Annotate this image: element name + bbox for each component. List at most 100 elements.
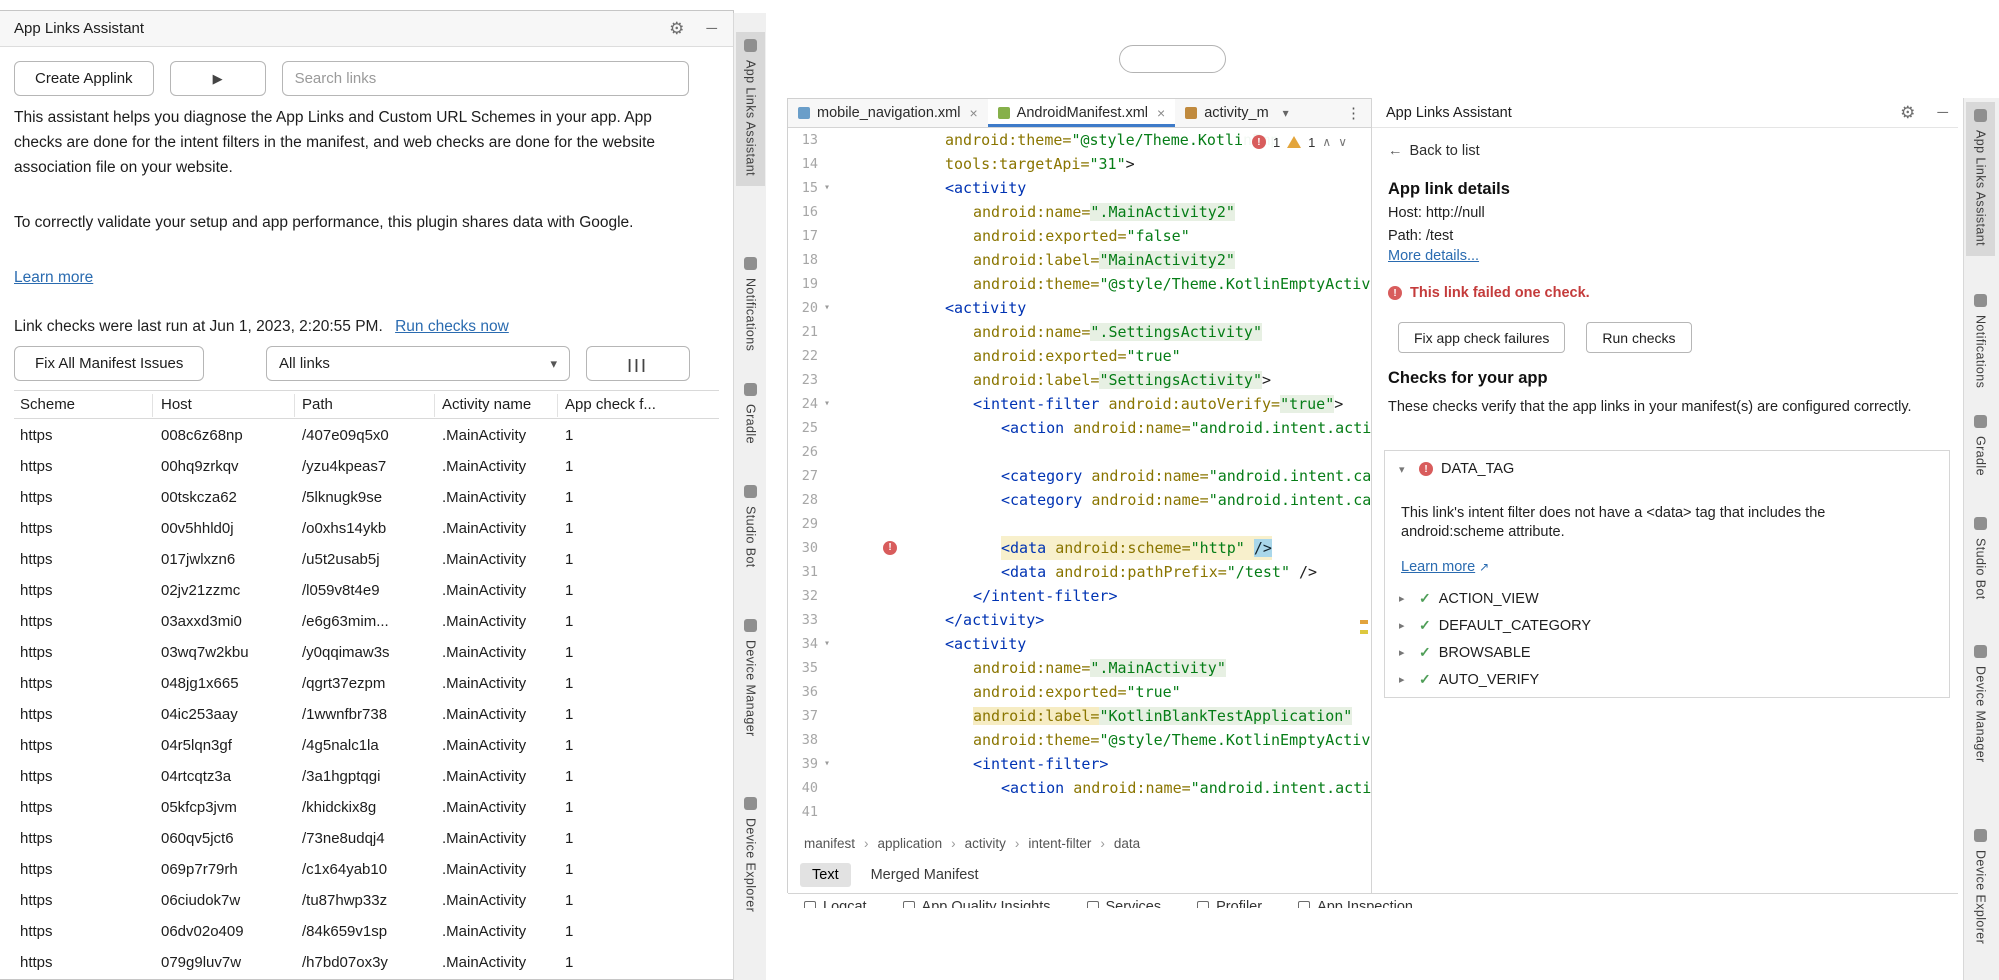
- table-row[interactable]: https04r5lqn3gf/4g5nalc1la.MainActivity1: [14, 730, 719, 761]
- code-line[interactable]: 39▾<intent-filter>: [788, 752, 1371, 776]
- code-line[interactable]: 21android:name=".SettingsActivity": [788, 320, 1371, 344]
- table-row[interactable]: https079g9luv7w/h7bd07ox3y.MainActivity1: [14, 947, 719, 978]
- table-row[interactable]: https069p7r79rh/c1x64yab10.MainActivity1: [14, 854, 719, 885]
- code-line[interactable]: 33</activity>: [788, 608, 1371, 632]
- code-line[interactable]: 41: [788, 800, 1371, 824]
- fold-icon[interactable]: ▾: [824, 392, 830, 416]
- column-header-scheme[interactable]: Scheme: [20, 396, 75, 413]
- tool-tab-studio-bot[interactable]: Studio Bot: [736, 478, 765, 578]
- column-header-host[interactable]: Host: [161, 396, 192, 413]
- column-header-path[interactable]: Path: [302, 396, 333, 413]
- column-settings-button[interactable]: |||: [586, 346, 690, 381]
- table-row[interactable]: https008c6z68np/407e09q5x0.MainActivity1: [14, 420, 719, 451]
- code-line[interactable]: 40<action android:name="android.intent.a…: [788, 776, 1371, 800]
- fold-icon[interactable]: ▾: [824, 632, 830, 656]
- create-applink-button[interactable]: Create Applink: [14, 61, 154, 96]
- tool-tab-device-manager[interactable]: Device Manager: [1966, 638, 1995, 773]
- breadcrumb-item-intent-filter[interactable]: intent-filter: [1028, 836, 1091, 851]
- code-line[interactable]: 30!<data android:scheme="http" />: [788, 536, 1371, 560]
- tool-window-button-logcat[interactable]: Logcat: [804, 899, 867, 908]
- code-line[interactable]: 36android:exported="true": [788, 680, 1371, 704]
- breadcrumb-item-application[interactable]: application: [878, 836, 943, 851]
- check-item-browsable[interactable]: ▸✓BROWSABLE: [1399, 639, 1591, 666]
- run-checks-now-link[interactable]: Run checks now: [395, 318, 509, 335]
- table-row[interactable]: https00v5hhld0j/o0xhs14ykb.MainActivity1: [14, 513, 719, 544]
- warning-count-icon[interactable]: [1287, 136, 1301, 148]
- table-row[interactable]: https06ciudok7w/tu87hwp33z.MainActivity1: [14, 885, 719, 916]
- code-line[interactable]: 19android:theme="@style/Theme.KotlinEmpt…: [788, 272, 1371, 296]
- code-line[interactable]: 22android:exported="true": [788, 344, 1371, 368]
- tool-window-button-services[interactable]: Services: [1087, 899, 1162, 908]
- hidden-tabs-chevron-icon[interactable]: ▾: [1283, 106, 1289, 120]
- breadcrumb-item-data[interactable]: data: [1114, 836, 1140, 851]
- next-issue-icon[interactable]: ∨: [1338, 135, 1347, 149]
- check-item-auto_verify[interactable]: ▸✓AUTO_VERIFY: [1399, 666, 1591, 693]
- code-line[interactable]: 32</intent-filter>: [788, 584, 1371, 608]
- learn-more-link[interactable]: Learn more: [14, 269, 93, 287]
- code-line[interactable]: 37android:label="KotlinBlankTestApplicat…: [788, 704, 1371, 728]
- code-line[interactable]: 27<category android:name="android.intent…: [788, 464, 1371, 488]
- code-line[interactable]: 28<category android:name="android.intent…: [788, 488, 1371, 512]
- tool-tab-studio-bot[interactable]: Studio Bot: [1966, 510, 1995, 610]
- column-header-app-check-f-[interactable]: App check f...: [565, 396, 656, 413]
- table-row[interactable]: https05kfcp3jvm/khidckix8g.MainActivity1: [14, 792, 719, 823]
- fold-icon[interactable]: ▾: [824, 752, 830, 776]
- tool-tab-gradle[interactable]: Gradle: [1966, 408, 1995, 486]
- more-details-link[interactable]: More details...: [1388, 248, 1479, 264]
- run-button[interactable]: ▶: [170, 61, 266, 96]
- table-row[interactable]: https017jwlxzn6/u5t2usab5j.MainActivity1: [14, 544, 719, 575]
- tool-tab-notifications[interactable]: Notifications: [1966, 287, 1995, 398]
- close-icon[interactable]: ×: [969, 105, 977, 121]
- tool-tab-device-explorer[interactable]: Device Explorer: [1966, 822, 1995, 954]
- error-stripe-mark[interactable]: [1360, 620, 1368, 624]
- code-line[interactable]: 29: [788, 512, 1371, 536]
- fix-app-check-failures-button[interactable]: Fix app check failures: [1398, 322, 1565, 353]
- editor-tab-androidmanifest-xml[interactable]: AndroidManifest.xml×: [988, 99, 1176, 127]
- prev-issue-icon[interactable]: ∧: [1322, 135, 1331, 149]
- breadcrumb-item-manifest[interactable]: manifest: [804, 836, 855, 851]
- fold-icon[interactable]: ▾: [824, 296, 830, 320]
- editor-tab-mobile_navigation-xml[interactable]: mobile_navigation.xml×: [788, 99, 988, 127]
- tool-tab-notifications[interactable]: Notifications: [736, 250, 765, 361]
- minimize-icon[interactable]: ─: [706, 20, 717, 37]
- tool-tab-gradle[interactable]: Gradle: [736, 376, 765, 454]
- fix-all-manifest-issues-button[interactable]: Fix All Manifest Issues: [14, 346, 204, 381]
- table-row[interactable]: https04rtcqtz3a/3a1hgptqgi.MainActivity1: [14, 761, 719, 792]
- table-row[interactable]: https02jv21zzmc/l059v8t4e9.MainActivity1: [14, 575, 719, 606]
- tool-window-button-profiler[interactable]: Profiler: [1197, 899, 1262, 908]
- more-options-icon[interactable]: ⋮: [1346, 104, 1361, 122]
- check-item-action_view[interactable]: ▸✓ACTION_VIEW: [1399, 585, 1591, 612]
- code-line[interactable]: 20▾<activity: [788, 296, 1371, 320]
- links-filter-dropdown[interactable]: All links ▾: [266, 346, 570, 381]
- code-line[interactable]: 15▾<activity: [788, 176, 1371, 200]
- bottom-tab-merged-manifest[interactable]: Merged Manifest: [859, 863, 991, 887]
- check-item-data-tag[interactable]: ▾ ! DATA_TAG: [1399, 461, 1514, 477]
- back-to-list-link[interactable]: ←Back to list: [1388, 143, 1480, 159]
- code-line[interactable]: 24▾<intent-filter android:autoVerify="tr…: [788, 392, 1371, 416]
- minimize-icon[interactable]: ─: [1937, 104, 1948, 121]
- table-row[interactable]: https060qv5jct6/73ne8udqj4.MainActivity1: [14, 823, 719, 854]
- code-line[interactable]: 18android:label="MainActivity2": [788, 248, 1371, 272]
- error-count-icon[interactable]: !: [1252, 135, 1266, 149]
- code-line[interactable]: 38android:theme="@style/Theme.KotlinEmpt…: [788, 728, 1371, 752]
- tool-tab-app-links-assistant[interactable]: App Links Assistant: [1966, 102, 1995, 256]
- breadcrumb-item-activity[interactable]: activity: [965, 836, 1006, 851]
- code-line[interactable]: 26: [788, 440, 1371, 464]
- check-learn-more-link[interactable]: Learn more↗: [1401, 559, 1489, 575]
- tool-tab-app-links-assistant[interactable]: App Links Assistant: [736, 32, 765, 186]
- code-line[interactable]: 14tools:targetApi="31">: [788, 152, 1371, 176]
- table-row[interactable]: https06dv02o409/84k659v1sp.MainActivity1: [14, 916, 719, 947]
- fold-icon[interactable]: ▾: [824, 176, 830, 200]
- table-row[interactable]: https03wq7w2kbu/y0qqimaw3s.MainActivity1: [14, 637, 719, 668]
- bottom-tab-text[interactable]: Text: [800, 863, 851, 887]
- column-header-activity-name[interactable]: Activity name: [442, 396, 531, 413]
- table-row[interactable]: https048jg1x665/qgrt37ezpm.MainActivity1: [14, 668, 719, 699]
- editor-tab-activity_m[interactable]: activity_m: [1175, 99, 1278, 127]
- code-line[interactable]: 34▾<activity: [788, 632, 1371, 656]
- code-line[interactable]: 23android:label="SettingsActivity">: [788, 368, 1371, 392]
- tool-window-button-app-quality-insights[interactable]: App Quality Insights: [903, 899, 1051, 908]
- tool-tab-device-manager[interactable]: Device Manager: [736, 612, 765, 747]
- inspections-widget[interactable]: ! 1 1 ∧ ∨: [1244, 130, 1355, 154]
- code-line[interactable]: 31<data android:pathPrefix="/test" />: [788, 560, 1371, 584]
- gear-icon[interactable]: ⚙: [669, 19, 684, 39]
